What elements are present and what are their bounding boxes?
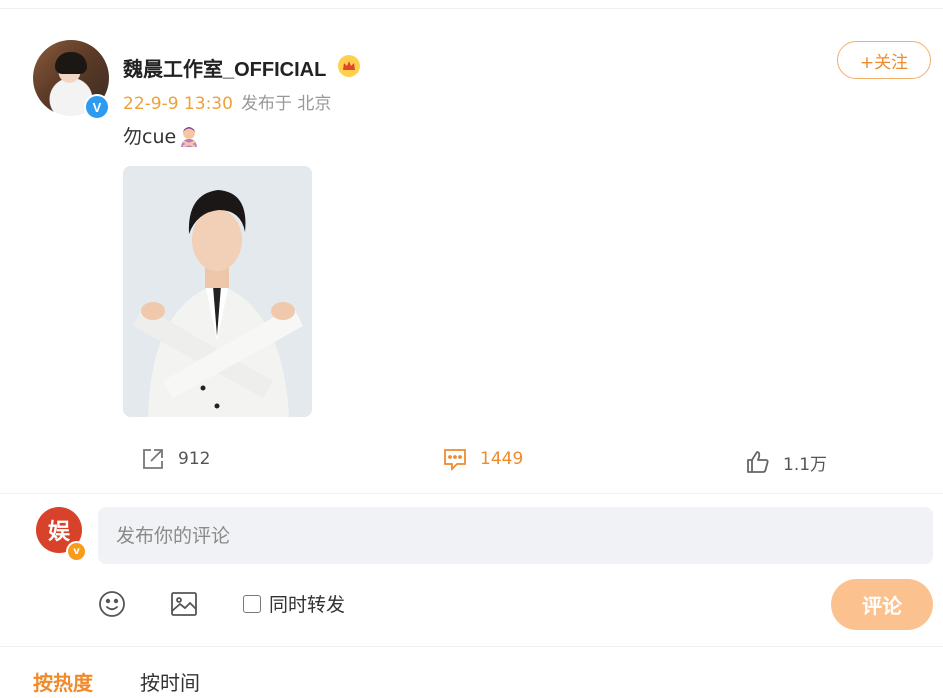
post-text: 勿cue	[123, 122, 200, 149]
share-icon	[143, 449, 163, 469]
repost-checkbox[interactable]	[243, 594, 261, 613]
sort-by-hot-tab[interactable]: 按热度	[33, 667, 93, 696]
post-photo[interactable]	[123, 166, 312, 417]
like-count: 1.1万	[783, 454, 828, 475]
author-name[interactable]: 魏晨工作室_OFFICIAL	[123, 53, 326, 82]
comment-input[interactable]	[98, 507, 933, 564]
post-text-content: 勿cue	[123, 126, 177, 148]
top-divider	[0, 8, 943, 9]
verified-badge-icon: V	[84, 94, 110, 120]
share-button[interactable]: 912	[140, 446, 210, 472]
divider	[0, 493, 943, 494]
my-verified-badge: v	[66, 541, 87, 562]
emoji-button[interactable]	[97, 589, 127, 619]
post-time[interactable]: 22-9-9 13:30	[123, 94, 233, 114]
post-location: 发布于 北京	[240, 94, 332, 114]
like-button[interactable]: 1.1万	[745, 449, 827, 475]
post-meta: 22-9-9 13:30 发布于 北京	[123, 89, 331, 114]
comment-icon	[444, 449, 466, 472]
share-count: 912	[178, 449, 211, 469]
person-gesturing-no-emoji-icon	[181, 127, 198, 147]
repost-label: 同时转发	[269, 594, 346, 616]
sort-by-time-tab[interactable]: 按时间	[140, 667, 200, 696]
comment-count: 1449	[480, 449, 524, 469]
repost-option[interactable]: 同时转发	[243, 590, 345, 617]
submit-comment-button[interactable]: 评论	[831, 579, 933, 630]
smiley-icon	[99, 591, 125, 617]
crown-icon[interactable]	[338, 55, 360, 77]
thumbs-up-icon	[747, 451, 769, 473]
image-upload-button[interactable]	[169, 589, 199, 619]
comment-button[interactable]: 1449	[442, 446, 523, 472]
divider	[0, 646, 943, 647]
image-icon	[171, 592, 197, 616]
follow-button[interactable]: +关注	[837, 41, 931, 79]
